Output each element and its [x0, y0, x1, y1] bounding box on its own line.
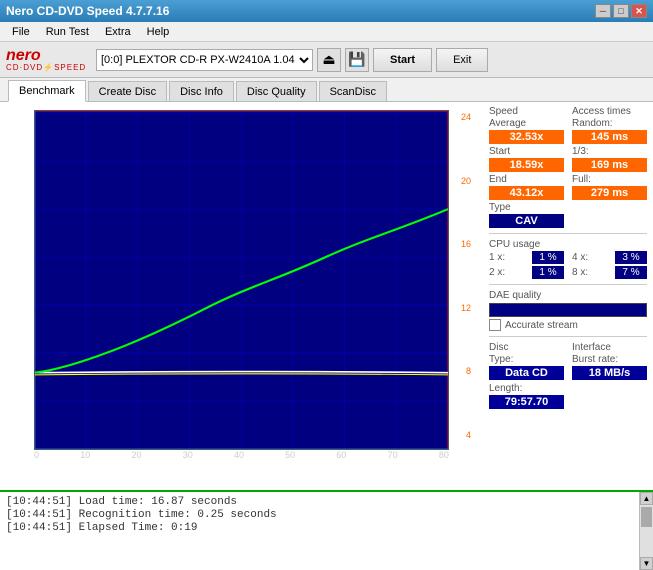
disc-type-value: Data CD [489, 366, 564, 380]
cpu-row-1x: 1 x: 1 % [489, 251, 564, 264]
log-line-0: [10:44:51] Load time: 16.87 seconds [6, 496, 633, 508]
chart-panel: 56 X 48 X 40 X 32 X 24 X 16 X 8 X 0 [0, 102, 483, 490]
accurate-stream-checkbox[interactable] [489, 319, 501, 331]
tab-create-disc[interactable]: Create Disc [88, 81, 167, 101]
end-label: End [489, 174, 564, 185]
device-select[interactable]: [0:0] PLEXTOR CD-R PX-W2410A 1.04 [96, 49, 313, 71]
burst-label: Burst rate: [572, 354, 647, 365]
chart-box [34, 110, 449, 450]
minimize-button[interactable]: ─ [595, 4, 611, 18]
full-label: Full: [572, 174, 647, 185]
average-value: 32.53x [489, 130, 564, 144]
cpu-4x-value: 3 % [615, 251, 647, 264]
close-button[interactable]: ✕ [631, 4, 647, 18]
cdvd-brand: CD·DVD⚡SPEED [6, 64, 86, 72]
type-value: CAV [489, 214, 564, 228]
cpu-8x-value: 7 % [615, 266, 647, 279]
cpu-2x-value: 1 % [532, 266, 564, 279]
scroll-thumb[interactable] [641, 507, 652, 527]
window-controls: ─ □ ✕ [595, 4, 647, 18]
tab-scan-disc[interactable]: ScanDisc [319, 81, 387, 101]
menu-file[interactable]: File [4, 24, 38, 40]
random-label: Random: [572, 118, 647, 129]
y-axis-left: 56 X 48 X 40 X 32 X 24 X 16 X 8 X 0 [6, 110, 25, 442]
cpu-group: CPU usage 1 x: 1 % 2 x: 1 % 4 x: 3 % [489, 239, 647, 279]
window-title: Nero CD-DVD Speed 4.7.7.16 [6, 4, 169, 18]
dae-label: DAE quality [489, 290, 647, 301]
divider-1 [489, 233, 647, 234]
cpu-row-2x: 2 x: 1 % [489, 266, 564, 279]
burst-value: 18 MB/s [572, 366, 647, 380]
scroll-up-button[interactable]: ▲ [640, 492, 653, 505]
end-value: 43.12x [489, 186, 564, 200]
exit-button[interactable]: Exit [436, 48, 488, 72]
y-axis-right: 24 20 16 12 8 4 [461, 110, 471, 442]
cpu-1x-value: 1 % [532, 251, 564, 264]
start-value: 18.59x [489, 158, 564, 172]
divider-2 [489, 284, 647, 285]
dae-group: DAE quality Accurate stream [489, 290, 647, 331]
log-line-2: [10:44:51] Elapsed Time: 0:19 [6, 522, 633, 534]
divider-3 [489, 336, 647, 337]
cpu-col-2: 4 x: 3 % 8 x: 7 % [572, 251, 647, 279]
speed-col: Speed Average 32.53x Start 18.59x End 43… [489, 106, 564, 228]
one-third-value: 169 ms [572, 158, 647, 172]
chart-svg [35, 111, 448, 449]
cpu-rows: 1 x: 1 % 2 x: 1 % 4 x: 3 % 8 x: [489, 251, 647, 279]
menu-run-test[interactable]: Run Test [38, 24, 97, 40]
nero-brand: nero [6, 48, 41, 64]
interface-label: Interface [572, 342, 647, 353]
cpu-row-8x: 8 x: 7 % [572, 266, 647, 279]
dae-bar [489, 303, 647, 317]
length-value: 79:57.70 [489, 395, 564, 409]
random-value: 145 ms [572, 130, 647, 144]
start-label: Start [489, 146, 564, 157]
status-log: [10:44:51] Load time: 16.87 seconds [10:… [0, 490, 653, 570]
disc-type-label: Disc [489, 342, 564, 353]
tab-disc-quality[interactable]: Disc Quality [236, 81, 317, 101]
right-panel: Speed Average 32.53x Start 18.59x End 43… [483, 102, 653, 490]
disc-type-sublabel: Type: [489, 354, 564, 365]
toolbar: nero CD·DVD⚡SPEED [0:0] PLEXTOR CD-R PX-… [0, 42, 653, 78]
average-label: Average [489, 118, 564, 129]
menu-extra[interactable]: Extra [97, 24, 139, 40]
scroll-down-button[interactable]: ▼ [640, 557, 653, 570]
tab-benchmark[interactable]: Benchmark [8, 80, 86, 102]
full-value: 279 ms [572, 186, 647, 200]
x-axis-labels: 0 10 20 30 40 50 60 70 80 [34, 448, 449, 460]
cpu-label: CPU usage [489, 239, 647, 250]
menu-help[interactable]: Help [139, 24, 178, 40]
save-icon-button[interactable]: 💾 [345, 48, 369, 72]
menu-bar: File Run Test Extra Help [0, 22, 653, 42]
log-content: [10:44:51] Load time: 16.87 seconds [10:… [0, 492, 639, 570]
nero-logo: nero CD·DVD⚡SPEED [6, 45, 86, 75]
disc-col: Disc Type: Data CD Length: 79:57.70 [489, 342, 564, 409]
tab-disc-info[interactable]: Disc Info [169, 81, 234, 101]
access-times-label: Access times [572, 106, 647, 117]
access-col: Access times Random: 145 ms 1/3: 169 ms … [572, 106, 647, 228]
main-content: 56 X 48 X 40 X 32 X 24 X 16 X 8 X 0 [0, 102, 653, 490]
one-third-label: 1/3: [572, 146, 647, 157]
interface-col: Interface Burst rate: 18 MB/s [572, 342, 647, 409]
start-button[interactable]: Start [373, 48, 432, 72]
length-label: Length: [489, 383, 564, 394]
speed-label: Speed [489, 106, 564, 117]
title-bar: Nero CD-DVD Speed 4.7.7.16 ─ □ ✕ [0, 0, 653, 22]
cpu-row-4x: 4 x: 3 % [572, 251, 647, 264]
type-label: Type [489, 202, 564, 213]
maximize-button[interactable]: □ [613, 4, 629, 18]
accurate-stream-row: Accurate stream [489, 319, 647, 331]
accurate-stream-label: Accurate stream [505, 320, 578, 331]
cpu-col-1: 1 x: 1 % 2 x: 1 % [489, 251, 564, 279]
disc-interface-group: Disc Type: Data CD Length: 79:57.70 Inte… [489, 342, 647, 409]
tab-bar: Benchmark Create Disc Disc Info Disc Qua… [0, 78, 653, 102]
log-line-1: [10:44:51] Recognition time: 0.25 second… [6, 509, 633, 521]
speed-access-group: Speed Average 32.53x Start 18.59x End 43… [489, 106, 647, 228]
chart-outer: 56 X 48 X 40 X 32 X 24 X 16 X 8 X 0 [34, 110, 449, 462]
log-scrollbar[interactable]: ▲ ▼ [639, 492, 653, 570]
eject-icon-button[interactable]: ⏏ [317, 48, 341, 72]
